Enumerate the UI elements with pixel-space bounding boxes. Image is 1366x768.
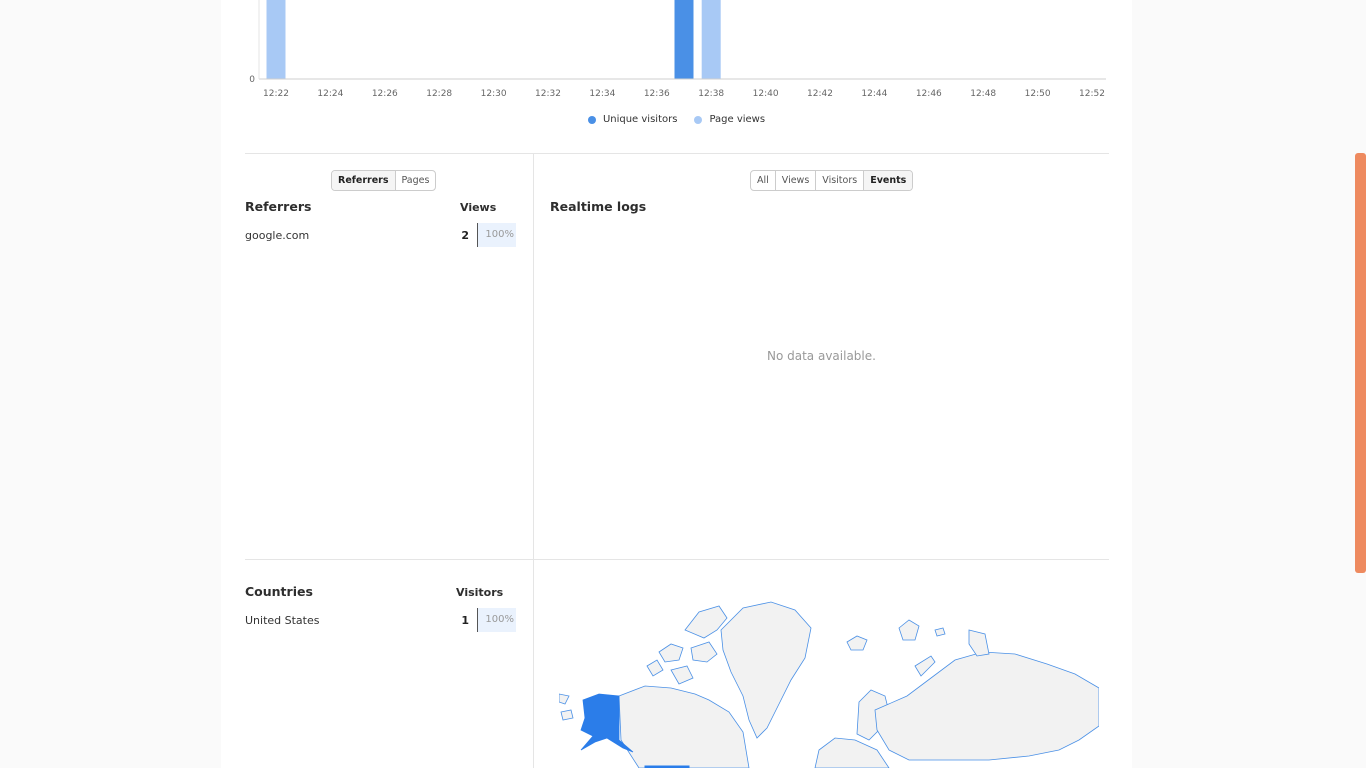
y-tick-label: 0 — [249, 75, 255, 85]
divider-vertical — [533, 153, 534, 768]
x-tick-label: 12:36 — [644, 89, 670, 99]
map-novaya-zemlya[interactable] — [914, 655, 936, 677]
map-arctic-islands-5[interactable] — [670, 665, 694, 685]
chart-legend: Unique visitors Page views — [221, 114, 1132, 125]
x-tick-label: 12:50 — [1025, 89, 1051, 99]
legend-label-unique: Unique visitors — [602, 114, 678, 125]
map-europe[interactable] — [814, 737, 890, 768]
map-greenland[interactable] — [720, 601, 812, 739]
bar-page-views[interactable] — [266, 0, 286, 79]
referrer-percent-bar: 100% — [477, 223, 516, 247]
referrer-label[interactable]: google.com — [245, 229, 309, 242]
x-tick-label: 12:26 — [372, 89, 398, 99]
x-tick-label: 12:38 — [698, 89, 724, 99]
map-alaska-islands[interactable] — [559, 693, 570, 705]
map-svalbard[interactable] — [898, 619, 920, 641]
filter-all[interactable]: All — [751, 171, 776, 190]
x-tick-label: 12:42 — [807, 89, 833, 99]
map-arctic-islands[interactable] — [684, 605, 728, 639]
referrers-views-header: Views — [460, 201, 497, 214]
x-tick-label: 12:24 — [317, 89, 343, 99]
world-map — [559, 601, 1099, 768]
filter-views[interactable]: Views — [776, 171, 817, 190]
referrer-value: 2 — [461, 229, 469, 242]
tab-pages[interactable]: Pages — [396, 171, 436, 190]
map-canada[interactable] — [618, 685, 750, 768]
countries-visitors-header: Visitors — [456, 586, 504, 599]
x-tick-label: 12:34 — [589, 89, 615, 99]
legend-label-views: Page views — [709, 114, 766, 125]
x-tick-label: 12:32 — [535, 89, 561, 99]
x-tick-label: 12:28 — [426, 89, 452, 99]
map-arctic-islands-3[interactable] — [690, 641, 718, 663]
referrers-title: Referrers — [245, 199, 312, 214]
page-scrollbar[interactable] — [1355, 153, 1366, 573]
legend-dot-views — [694, 115, 703, 124]
map-iceland[interactable] — [846, 635, 868, 651]
country-value: 1 — [461, 614, 469, 627]
x-tick-label: 12:46 — [916, 89, 942, 99]
map-arctic-islands-2[interactable] — [658, 643, 684, 663]
bar-page-views[interactable] — [701, 0, 721, 79]
realtime-logs-title: Realtime logs — [550, 199, 647, 214]
filter-visitors[interactable]: Visitors — [816, 171, 865, 190]
filter-events[interactable]: Events — [864, 171, 913, 190]
divider-top — [245, 153, 1109, 154]
map-alaska-islands-2[interactable] — [560, 709, 574, 721]
country-percent-bar: 100% — [477, 608, 516, 632]
country-label[interactable]: United States — [245, 614, 320, 627]
realtime-empty-message: No data available. — [767, 349, 876, 363]
realtime-filter-group: All Views Visitors Events — [750, 170, 914, 191]
x-tick-label: 12:40 — [753, 89, 779, 99]
map-russia[interactable] — [874, 651, 1099, 761]
legend-dot-unique — [587, 115, 596, 124]
countries-title: Countries — [245, 584, 313, 599]
x-tick-label: 12:22 — [263, 89, 289, 99]
map-arctic-small[interactable] — [934, 627, 946, 637]
tab-referrers[interactable]: Referrers — [332, 171, 396, 190]
visitors-chart: 12:22 12:24 12:26 12:28 12:30 12:32 12:34 12:36… — [249, 0, 1106, 99]
x-tick-label: 12:30 — [481, 89, 507, 99]
x-tick-label: 12:52 — [1079, 89, 1105, 99]
legend-item-page-views[interactable]: Page views — [694, 114, 765, 125]
map-arctic-islands-4[interactable] — [646, 659, 664, 677]
divider-middle — [245, 559, 1109, 560]
x-tick-label: 12:48 — [970, 89, 996, 99]
map-severnaya-zemlya[interactable] — [968, 629, 990, 657]
referrers-tab-group: Referrers Pages — [331, 170, 437, 191]
bar-unique-visitors[interactable] — [674, 0, 694, 79]
x-tick-label: 12:44 — [861, 89, 887, 99]
legend-item-unique-visitors[interactable]: Unique visitors — [587, 114, 678, 125]
